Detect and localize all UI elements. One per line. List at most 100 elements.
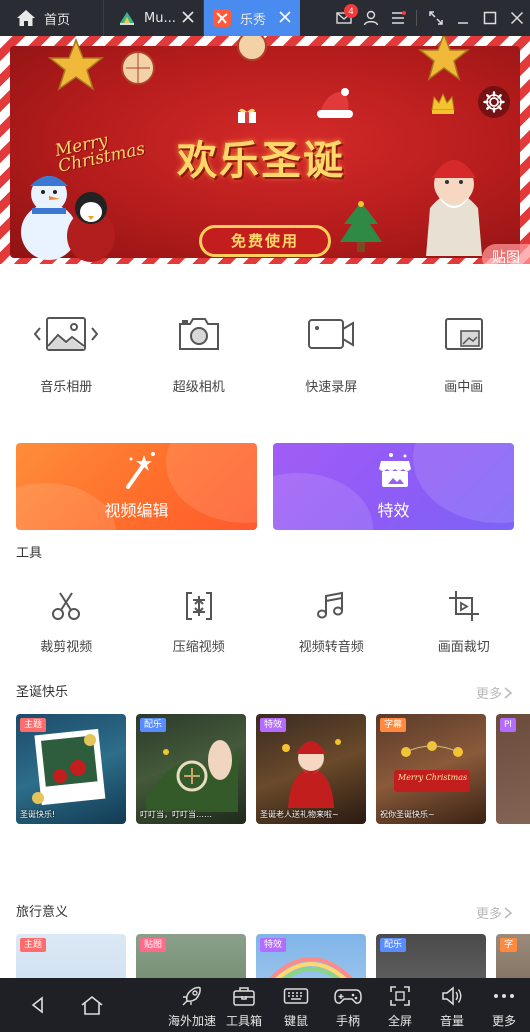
merry-christmas-card-image [394, 741, 470, 792]
bottom-volume[interactable]: 音量 [426, 984, 478, 1030]
close-icon[interactable] [181, 10, 195, 24]
christmas-templates: 主题 圣诞快乐! 配乐 叮叮当，叮叮当…… 特效 圣诞老人送礼物来啦~ Merr… [16, 714, 530, 826]
tab-home[interactable]: 首页 [0, 0, 104, 36]
tools-title: 工具 [16, 546, 43, 561]
settings-button[interactable] [478, 86, 510, 118]
bottom-label: 键鼠 [283, 1014, 308, 1028]
toolbox-icon [233, 987, 255, 1006]
travel-templates: 主题 贴图 特效 配乐 字 [16, 934, 530, 978]
volume-icon [442, 986, 462, 1006]
quick-tool-picture-in-picture[interactable]: 画中画 [398, 306, 530, 396]
gamepad-icon [334, 989, 362, 1004]
bottom-keymouse[interactable]: 键鼠 [270, 984, 322, 1030]
christmas-banner[interactable]: Merry Christmas 欢乐圣诞 免费使用 贴图 [0, 36, 530, 264]
video-edit-card[interactable]: 视频编辑 [16, 443, 257, 530]
quick-tool-super-camera[interactable]: 超级相机 [133, 306, 266, 396]
quick-tool-label: 快速录屏 [305, 380, 358, 395]
window-controls: 4 [330, 0, 530, 36]
tool-compress-video[interactable]: 压缩视频 [133, 586, 266, 656]
tool-cut-video[interactable]: 裁剪视频 [0, 586, 133, 656]
template-card[interactable]: Pl [496, 714, 530, 824]
back-button[interactable] [18, 978, 58, 1032]
menu-icon [391, 11, 406, 24]
template-card[interactable]: 主题 [16, 934, 126, 978]
card-text: Merry Christmas [398, 773, 468, 782]
bottom-gamepad[interactable]: 手柄 [322, 984, 374, 1030]
quick-tool-label: 画中画 [444, 380, 484, 395]
emulator-bottom-bar: 海外加速 工具箱 键鼠 手柄 全屏 音量 更多 [0, 978, 530, 1032]
picture-in-picture-icon [444, 318, 483, 350]
title-bar: 首页 Mu... 乐秀 4 [0, 0, 530, 36]
user-icon [363, 10, 378, 26]
template-card[interactable]: Merry Christmas 字幕 祝你圣诞快乐~ [376, 714, 486, 824]
screen-record-icon [308, 319, 355, 349]
restore-button[interactable] [422, 0, 449, 36]
tool-video-to-audio[interactable]: 视频转音频 [265, 586, 398, 656]
template-badge: 主题 [20, 718, 47, 732]
template-card[interactable]: 主题 圣诞快乐! [16, 714, 126, 824]
template-badge: 贴图 [140, 938, 167, 952]
home-button[interactable] [72, 978, 112, 1032]
tab-lexiu[interactable]: 乐秀 [204, 0, 300, 36]
minimize-button[interactable] [449, 0, 476, 36]
template-card[interactable]: 特效 [256, 934, 366, 978]
quick-tool-label: 音乐相册 [40, 380, 93, 395]
tool-crop-frame[interactable]: 画面裁切 [398, 586, 530, 656]
template-card[interactable]: 特效 圣诞老人送礼物来啦~ [256, 714, 366, 824]
bottom-more[interactable]: 更多 [478, 984, 530, 1030]
bottom-label: 音量 [439, 1014, 464, 1028]
bottom-fullscreen[interactable]: 全屏 [374, 984, 426, 1030]
template-card[interactable]: 配乐 叮叮当，叮叮当…… [136, 714, 246, 824]
bottom-toolbox[interactable]: 工具箱 [218, 984, 270, 1030]
sticker-button[interactable]: 贴图 [482, 244, 530, 264]
account-button[interactable] [357, 0, 384, 36]
home-icon [17, 10, 35, 26]
template-card[interactable]: 贴图 [136, 934, 246, 978]
effects-card[interactable]: 特效 [273, 443, 514, 530]
crown-icon[interactable] [428, 88, 458, 118]
santa-figure-image [282, 739, 341, 808]
travel-more-link[interactable]: 更多 [476, 903, 514, 922]
quick-tool-music-album[interactable]: 音乐相册 [0, 306, 133, 396]
template-card[interactable]: 配乐 [376, 934, 486, 978]
template-badge: 字 [500, 938, 518, 952]
mail-button[interactable]: 4 [330, 0, 358, 36]
christmas-section-title: 圣诞快乐 [16, 685, 69, 700]
template-card[interactable]: 字 [496, 934, 530, 978]
music-note-icon [317, 591, 344, 619]
mail-badge: 4 [344, 4, 358, 18]
effects-store-icon [379, 453, 411, 487]
tab-label: Mu... [144, 10, 176, 26]
tool-label: 视频转音频 [298, 640, 364, 655]
more-label: 更多 [475, 907, 502, 922]
banner-title: 欢乐圣诞 [177, 137, 345, 184]
rocket-icon [182, 986, 201, 1006]
quick-tool-screen-record[interactable]: 快速录屏 [265, 306, 398, 396]
ornament-ball-icon [237, 36, 267, 61]
menu-button[interactable] [384, 0, 411, 36]
quick-tools: 音乐相册 超级相机 快速录屏 画中画 [0, 306, 530, 396]
close-window-button[interactable] [503, 0, 530, 36]
christmas-more-link[interactable]: 更多 [476, 683, 514, 702]
tool-label: 画面裁切 [437, 640, 490, 655]
tools-grid: 裁剪视频 压缩视频 视频转音频 画面裁切 [0, 586, 530, 656]
maximize-icon [483, 11, 496, 25]
divider [416, 10, 417, 26]
photo-frame-image [32, 728, 106, 806]
template-caption: 叮叮当，叮叮当…… [140, 810, 212, 819]
free-use-button[interactable]: 免费使用 [199, 225, 331, 257]
template-badge: 特效 [260, 938, 287, 952]
lexiu-app-icon [213, 9, 231, 27]
template-badge: 特效 [260, 718, 287, 732]
tab-mumu[interactable]: Mu... [104, 0, 204, 36]
santa-claus-icon [426, 160, 482, 256]
star-ornament-icon [47, 37, 105, 91]
close-icon[interactable] [278, 10, 292, 24]
template-caption: 圣诞快乐! [20, 810, 56, 819]
bottom-accelerate[interactable]: 海外加速 [166, 984, 218, 1030]
ornament-photo-image [146, 740, 238, 812]
minimize-icon [457, 22, 468, 24]
bottom-label: 工具箱 [225, 1014, 262, 1028]
maximize-button[interactable] [476, 0, 503, 36]
travel-section-title: 旅行意义 [16, 905, 69, 920]
